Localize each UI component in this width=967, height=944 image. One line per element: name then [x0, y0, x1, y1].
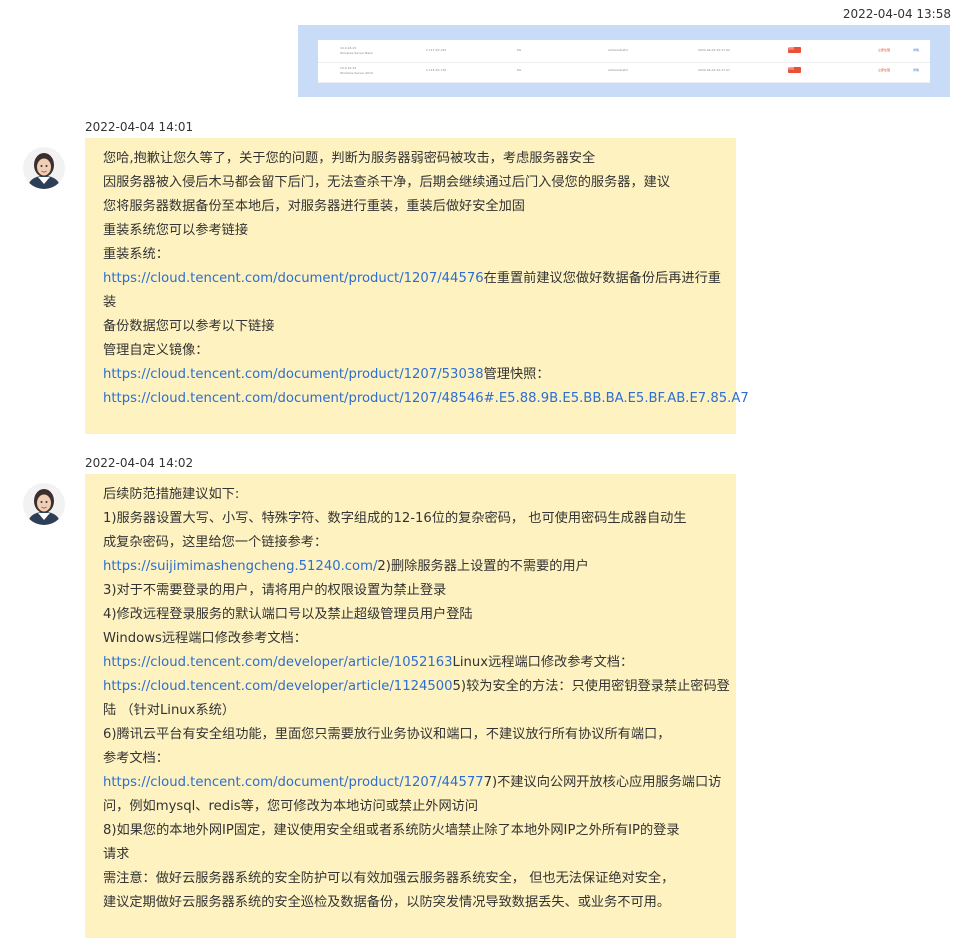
- message-text: 5)较为安全的方法：只使用密钥登录禁止密码登: [452, 679, 730, 694]
- row-badge: 危险: [788, 47, 801, 53]
- message-link[interactable]: https://cloud.tencent.com/document/produ…: [103, 391, 749, 406]
- message-text: 请求: [103, 847, 130, 862]
- message-text: 需注意：做好云服务器系统的安全防护可以有效加强云服务器系统安全， 但也无法保证绝…: [103, 871, 675, 886]
- message-line: 建议定期做好云服务器系统的安全巡检及数据备份，以防突发情况导致数据丢失、或业务不…: [103, 891, 718, 915]
- row-op: 立即处理: [878, 68, 891, 72]
- message-text: 建议定期做好云服务器系统的安全巡检及数据备份，以防突发情况导致数据丢失、或业务不…: [103, 895, 671, 910]
- message-bubble: 您哈,抱歉让您久等了，关于您的问题，判断为服务器弱密码被攻击，考虑服务器安全因服…: [85, 138, 749, 434]
- message-line: 重装系统：: [103, 243, 718, 267]
- message-line: 您哈,抱歉让您久等了，关于您的问题，判断为服务器弱密码被攻击，考虑服务器安全: [103, 147, 718, 171]
- message-text: 6)腾讯云平台有安全组功能，里面您只需要放行业务协议和端口，不建议放行所有协议所…: [103, 727, 671, 742]
- message-line: 3)对于不需要登录的用户，请将用户的权限设置为禁止登录: [103, 579, 718, 603]
- row-time: 2022-04-03 22:17:42: [698, 48, 730, 52]
- message-line: 需注意：做好云服务器系统的安全防护可以有效加强云服务器系统安全， 但也无法保证绝…: [103, 867, 718, 891]
- message-text: 后续防范措施建议如下:: [103, 487, 240, 502]
- row-ip: 1.115.20.176: [426, 68, 447, 72]
- message-line: 成复杂密码，这里给您一个链接参考：: [103, 531, 718, 555]
- row-type: Pw: [517, 48, 522, 52]
- message-text: 2)删除服务器上设置的不需要的用户: [377, 559, 589, 574]
- sent-screenshot-image[interactable]: 10.0.16.15 Windows Server Basic 1.117.20…: [298, 25, 950, 97]
- message-text: 重装系统：: [103, 247, 169, 262]
- message-text: 成复杂密码，这里给您一个链接参考：: [103, 535, 328, 550]
- message-text: 您哈,抱歉让您久等了，关于您的问题，判断为服务器弱密码被攻击，考虑服务器安全: [103, 151, 596, 166]
- message-line: 重装系统您可以参考链接: [103, 219, 718, 243]
- agent-avatar[interactable]: [23, 483, 65, 525]
- message-text: 1)服务器设置大写、小写、特殊字符、数字组成的12-16位的复杂密码， 也可使用…: [103, 511, 687, 526]
- screenshot-row: 10.0.16.15 Windows Server Basic 1.117.20…: [318, 42, 930, 63]
- row-op: 立即处理: [878, 48, 891, 52]
- message-text: 管理自定义镜像：: [103, 343, 209, 358]
- message-line: https://cloud.tencent.com/document/produ…: [103, 363, 718, 387]
- message-text: 重装系统您可以参考链接: [103, 223, 249, 238]
- message-text: 3)对于不需要登录的用户，请将用户的权限设置为禁止登录: [103, 583, 447, 598]
- message-line: 请求: [103, 843, 718, 867]
- message-text: 因服务器被入侵后木马都会留下后门，无法查杀干净，后期会继续通过后门入侵您的服务器…: [103, 175, 671, 190]
- row-sub: Windows Server 2019: [340, 71, 373, 75]
- message-link[interactable]: https://cloud.tencent.com/developer/arti…: [103, 679, 453, 694]
- message-text: 备份数据您可以参考以下链接: [103, 319, 275, 334]
- screenshot-table: 10.0.16.15 Windows Server Basic 1.117.20…: [318, 40, 930, 83]
- message-line: 1)服务器设置大写、小写、特殊字符、数字组成的12-16位的复杂密码， 也可使用…: [103, 507, 718, 531]
- message-line: 参考文档：: [103, 747, 718, 771]
- message-line: https://cloud.tencent.com/document/produ…: [103, 771, 721, 795]
- row-link: 详情: [913, 48, 920, 52]
- message-line: 陆 （针对Linux系统）: [103, 699, 718, 723]
- message-line: Windows远程端口修改参考文档：: [103, 627, 718, 651]
- message-text: 装: [103, 295, 117, 310]
- message-line: 因服务器被入侵后木马都会留下后门，无法查杀干净，后期会继续通过后门入侵您的服务器…: [103, 171, 718, 195]
- message-bubble: 后续防范措施建议如下: 1)服务器设置大写、小写、特殊字符、数字组成的12-16位…: [85, 474, 736, 938]
- row-badge: 危险: [788, 67, 801, 73]
- message-text: 您将服务器数据备份至本地后，对服务器进行重装，重装后做好安全加固: [103, 199, 525, 214]
- row-name: 10.0.16.15: [340, 46, 357, 50]
- message-text: 在重置前建议您做好数据备份后再进行重: [483, 271, 721, 286]
- sent-timestamp: 2022-04-04 13:58: [842, 7, 951, 21]
- message-text: Windows远程端口修改参考文档：: [103, 631, 307, 646]
- row-sub: Windows Server Basic: [340, 51, 374, 55]
- message-line: https://cloud.tencent.com/developer/arti…: [103, 675, 730, 699]
- message-line: 您将服务器数据备份至本地后，对服务器进行重装，重装后做好安全加固: [103, 195, 718, 219]
- message-line: https://cloud.tencent.com/developer/arti…: [103, 651, 718, 675]
- message-line: 装: [103, 291, 718, 315]
- message-line: 4)修改远程登录服务的默认端口号以及禁止超级管理员用户登陆: [103, 603, 718, 627]
- message-timestamp: 2022-04-04 14:02: [85, 456, 194, 470]
- row-time: 2022-04-03 22:17:47: [698, 68, 730, 72]
- message-text: 4)修改远程登录服务的默认端口号以及禁止超级管理员用户登陆: [103, 607, 473, 622]
- message-line: https://cloud.tencent.com/document/produ…: [103, 387, 749, 411]
- message-text: Linux远程端口修改参考文档：: [452, 655, 634, 670]
- message-link[interactable]: https://cloud.tencent.com/document/produ…: [103, 367, 484, 382]
- message-link[interactable]: https://cloud.tencent.com/developer/arti…: [103, 655, 453, 670]
- message-line: 6)腾讯云平台有安全组功能，里面您只需要放行业务协议和端口，不建议放行所有协议所…: [103, 723, 718, 747]
- row-ip: 1.117.20.144: [426, 48, 447, 52]
- row-user: administrator: [608, 48, 629, 52]
- message-line: 后续防范措施建议如下:: [103, 483, 718, 507]
- message-line: 管理自定义镜像：: [103, 339, 718, 363]
- agent-avatar[interactable]: [23, 147, 65, 189]
- message-text: 问，例如mysql、redis等，您可修改为本地访问或禁止外网访问: [103, 799, 479, 814]
- message-timestamp: 2022-04-04 14:01: [85, 120, 194, 134]
- message-line: 8)如果您的本地外网IP固定，建议使用安全组或者系统防火墙禁止除了本地外网IP之…: [103, 819, 718, 843]
- message-link[interactable]: https://suijimimashengcheng.51240.com/: [103, 559, 377, 574]
- message-link[interactable]: https://cloud.tencent.com/document/produ…: [103, 775, 484, 790]
- row-link: 详情: [913, 68, 920, 72]
- message-text: 参考文档：: [103, 751, 169, 766]
- message-text: 管理快照：: [483, 367, 550, 382]
- row-name: 10.0.16.15: [340, 66, 357, 70]
- message-line: https://cloud.tencent.com/document/produ…: [103, 267, 721, 291]
- message-text: 陆 （针对Linux系统）: [103, 703, 236, 718]
- row-type: Pw: [517, 68, 522, 72]
- avatar-icon: [23, 147, 65, 189]
- message-line: https://suijimimashengcheng.51240.com/2)…: [103, 555, 718, 579]
- avatar-icon: [23, 483, 65, 525]
- screenshot-row: 10.0.16.15 Windows Server 2019 1.115.20.…: [318, 62, 930, 83]
- message-text: 7)不建议向公网开放核心应用服务端口访: [483, 775, 722, 790]
- message-link[interactable]: https://cloud.tencent.com/document/produ…: [103, 271, 484, 286]
- row-user: administrator: [608, 68, 629, 72]
- message-line: 备份数据您可以参考以下链接: [103, 315, 718, 339]
- message-line: 问，例如mysql、redis等，您可修改为本地访问或禁止外网访问: [103, 795, 718, 819]
- message-text: 8)如果您的本地外网IP固定，建议使用安全组或者系统防火墙禁止除了本地外网IP之…: [103, 823, 680, 838]
